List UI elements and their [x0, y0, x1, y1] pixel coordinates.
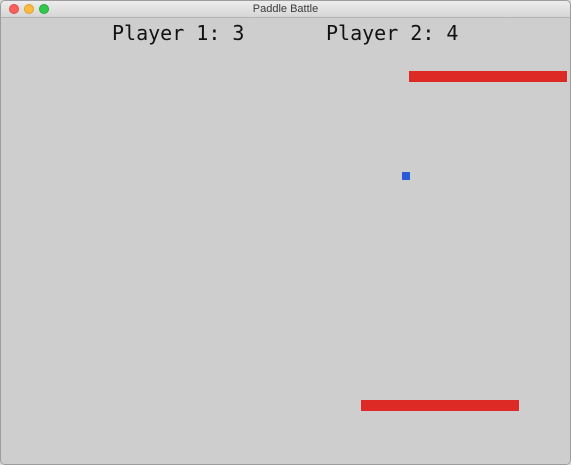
- ball: [402, 172, 410, 180]
- window-title: Paddle Battle: [252, 3, 319, 15]
- top-paddle: [409, 71, 567, 82]
- title-bar[interactable]: Paddle Battle: [1, 1, 570, 18]
- player-1-score: Player 1: 3: [112, 21, 245, 45]
- game-canvas[interactable]: Player 1: 3 Player 2: 4: [1, 18, 570, 464]
- bottom-paddle: [361, 400, 519, 411]
- player-2-score: Player 2: 4: [326, 21, 459, 45]
- game-window: Paddle Battle Player 1: 3 Player 2: 4: [0, 0, 571, 465]
